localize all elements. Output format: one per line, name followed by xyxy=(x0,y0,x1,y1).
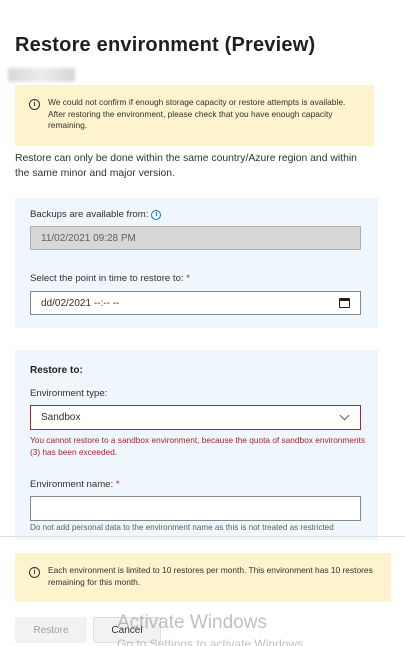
environment-name-help: Do not add personal data to the environm… xyxy=(30,523,334,532)
environment-type-label: Environment type: xyxy=(30,388,108,399)
restore-to-panel: Restore to: Environment type: Sandbox Yo… xyxy=(15,350,378,540)
activate-windows-subtext: Go to Settings to activate Windows. xyxy=(117,637,307,646)
environment-type-select[interactable]: Sandbox xyxy=(30,405,361,430)
backups-available-label: Backups are available from: i xyxy=(30,209,162,220)
blurred-environment-name xyxy=(8,68,75,82)
capacity-warning-banner: i We could not confirm if enough storage… xyxy=(15,85,374,146)
restores-limit-banner: i Each environment is limited to 10 rest… xyxy=(15,553,391,602)
restore-button[interactable]: Restore xyxy=(15,617,87,643)
dialog-title: Restore environment (Preview) xyxy=(15,34,316,56)
restore-to-heading: Restore to: xyxy=(30,365,83,376)
calendar-icon[interactable] xyxy=(339,298,350,308)
chevron-down-icon xyxy=(339,410,350,421)
restore-note: Restore can only be done within the same… xyxy=(15,153,357,179)
info-icon: i xyxy=(29,99,40,110)
backup-panel: Backups are available from: i 11/02/2021 … xyxy=(15,198,378,328)
point-in-time-input[interactable]: dd/02/2021 --:-- -- xyxy=(30,291,361,315)
backups-available-field: 11/02/2021 09:28 PM xyxy=(30,226,361,250)
environment-type-error: You cannot restore to a sandbox environm… xyxy=(30,435,366,457)
info-icon[interactable]: i xyxy=(151,210,162,220)
activate-windows-watermark: Activate Windows xyxy=(117,612,267,633)
restores-limit-text: Each environment is limited to 10 restor… xyxy=(48,565,373,587)
environment-name-label: Environment name: * xyxy=(30,479,120,490)
point-in-time-label: Select the point in time to restore to: … xyxy=(30,273,190,284)
capacity-warning-text: We could not confirm if enough storage c… xyxy=(48,97,346,130)
footer-divider xyxy=(0,536,405,537)
info-icon: i xyxy=(29,567,40,578)
environment-name-input[interactable] xyxy=(30,496,361,521)
